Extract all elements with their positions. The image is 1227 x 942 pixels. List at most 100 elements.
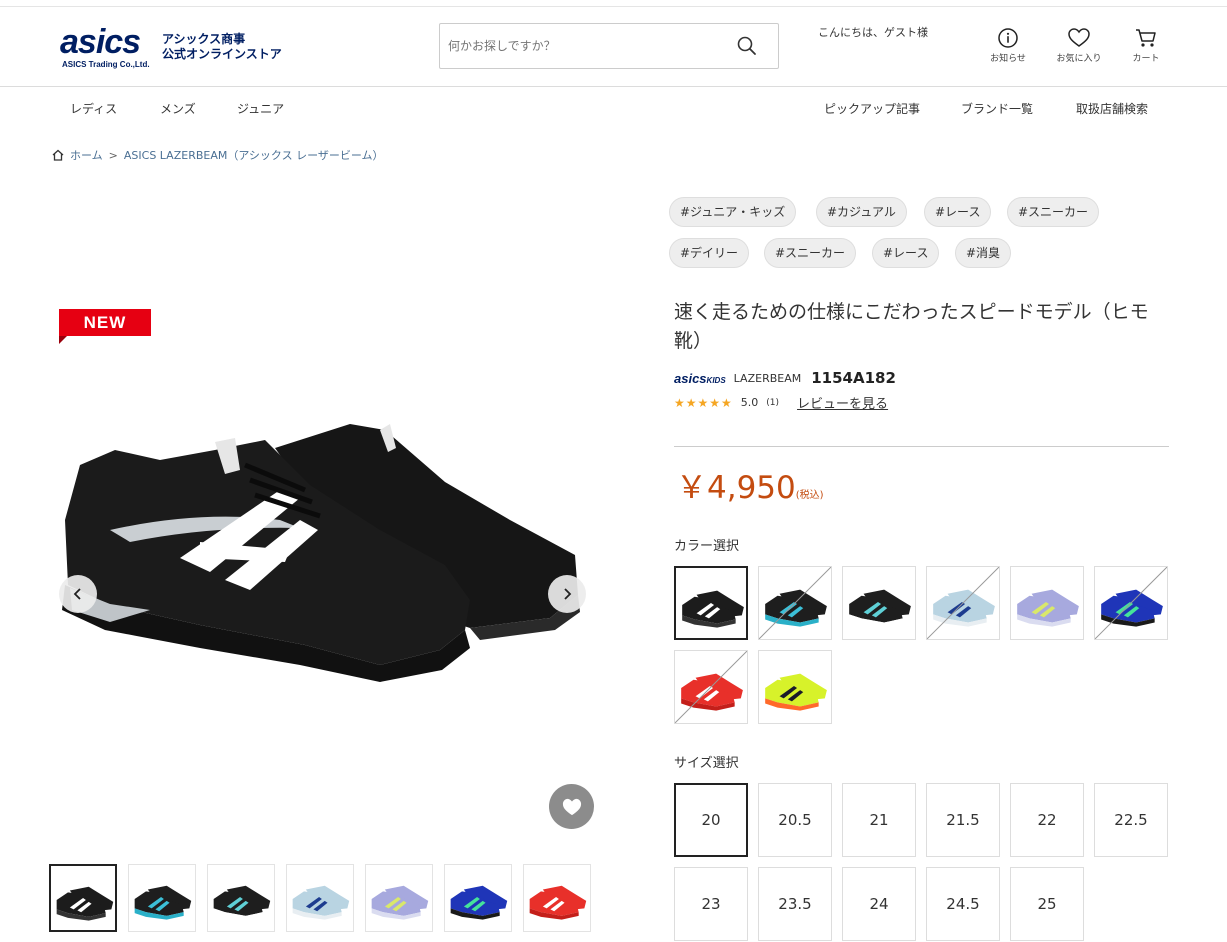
color-swatch-4[interactable]: [926, 566, 1000, 640]
search-box: [439, 23, 779, 69]
tag-lace-2[interactable]: #レース: [872, 238, 940, 268]
color-swatch-6[interactable]: [1094, 566, 1168, 640]
shoe-image: [292, 885, 350, 920]
greeting-text: こんにちは、ゲスト様: [818, 26, 928, 39]
favorite-button[interactable]: [549, 784, 594, 829]
product-main-image: [62, 424, 580, 682]
heart-icon: [1068, 28, 1090, 47]
thumbnail-4[interactable]: [286, 864, 354, 932]
shoe-image: [529, 885, 587, 920]
sold-out-slash: [675, 651, 747, 723]
chevron-right-icon: [564, 588, 572, 600]
size-option-20.5[interactable]: 20.5: [758, 783, 832, 857]
home-icon: [52, 149, 64, 161]
tag-lace[interactable]: #レース: [924, 197, 992, 227]
shoe-image: [450, 885, 508, 920]
rating-row: ★★★★★ 5.0 (1) レビューを見る: [674, 393, 888, 413]
shoe-image: [849, 589, 911, 627]
cart-button[interactable]: カート: [1111, 27, 1181, 67]
color-section-title: カラー選択: [674, 539, 740, 554]
tag-deodorant[interactable]: #消臭: [955, 238, 1012, 268]
new-badge: NEW: [59, 309, 151, 344]
size-option-21.5[interactable]: 21.5: [926, 783, 1000, 857]
cart-icon: [1136, 29, 1156, 47]
sold-out-slash: [1095, 567, 1167, 639]
price-tax-note: (税込): [795, 490, 824, 501]
shoe-image: [56, 886, 114, 921]
size-option-20[interactable]: 20: [674, 783, 748, 857]
size-option-22.5[interactable]: 22.5: [1094, 783, 1168, 857]
carousel-next-button[interactable]: [548, 575, 586, 613]
color-swatch-3[interactable]: [842, 566, 916, 640]
tag-daily[interactable]: #デイリー: [669, 238, 750, 268]
search-icon[interactable]: [736, 35, 758, 57]
brand-logo-word: asics: [674, 370, 707, 386]
nav-ladies[interactable]: レディス: [70, 100, 117, 117]
thumbnail-5[interactable]: [365, 864, 433, 932]
thumbnail-2[interactable]: [128, 864, 196, 932]
tag-junior-kids[interactable]: #ジュニア・キッズ: [669, 197, 797, 227]
review-count: (1): [766, 397, 780, 408]
shoe-image: [765, 673, 827, 711]
news-button[interactable]: お知らせ: [973, 27, 1043, 67]
site-header: asics ASICS Trading Co.,Ltd. アシックス商事 公式オ…: [0, 7, 1227, 87]
product-series: LAZERBEAM: [733, 371, 802, 385]
color-swatch-7[interactable]: [674, 650, 748, 724]
main-nav: レディス メンズ ジュニア ピックアップ記事 ブランド一覧 取扱店舗検索: [0, 88, 1227, 128]
nav-mens[interactable]: メンズ: [160, 100, 196, 117]
info-icon: [998, 28, 1018, 48]
favorites-button[interactable]: お気に入り: [1044, 27, 1114, 67]
size-option-23[interactable]: 23: [674, 867, 748, 941]
size-option-25[interactable]: 25: [1010, 867, 1084, 941]
shoe-image: [371, 885, 429, 920]
rating-score: 5.0: [740, 396, 759, 409]
breadcrumb-separator: >: [108, 148, 118, 162]
nav-pickup-articles[interactable]: ピックアップ記事: [824, 100, 920, 117]
shoe-image: [682, 590, 744, 628]
tag-sneaker-2[interactable]: #スニーカー: [764, 238, 857, 268]
asics-kids-logo[interactable]: asicsKIDS: [674, 371, 726, 386]
nav-brand-list[interactable]: ブランド一覧: [961, 100, 1033, 117]
shoe-image: [134, 885, 192, 920]
view-reviews-link[interactable]: レビューを見る: [797, 393, 888, 412]
chevron-left-icon: [73, 588, 81, 600]
logo-company: ASICS Trading Co.,Ltd.: [62, 60, 150, 69]
size-option-21[interactable]: 21: [842, 783, 916, 857]
sold-out-slash: [927, 567, 999, 639]
news-label: お知らせ: [990, 54, 1026, 64]
tag-sneaker[interactable]: #スニーカー: [1007, 197, 1100, 227]
product-title: 速く走るための仕様にこだわったスピードモデル（ヒモ靴）: [674, 301, 1149, 352]
color-swatch-1[interactable]: [674, 566, 748, 640]
rating-stars: ★★★★★: [674, 395, 733, 410]
price-amount: ￥4,950: [676, 470, 796, 506]
sold-out-slash: [759, 567, 831, 639]
color-swatch-5[interactable]: [1010, 566, 1084, 640]
size-section-title: サイズ選択: [674, 756, 739, 771]
size-option-24[interactable]: 24: [842, 867, 916, 941]
breadcrumb-current[interactable]: ASICS LAZERBEAM（アシックス レーザービーム）: [124, 147, 384, 163]
size-option-23.5[interactable]: 23.5: [758, 867, 832, 941]
thumbnail-6[interactable]: [444, 864, 512, 932]
thumbnail-3[interactable]: [207, 864, 275, 932]
favorites-label: お気に入り: [1056, 54, 1102, 64]
asics-logo[interactable]: asics ASICS Trading Co.,Ltd. アシックス商事 公式オ…: [60, 23, 300, 77]
logo-wordmark: asics: [60, 23, 141, 61]
tag-casual[interactable]: #カジュアル: [816, 197, 907, 227]
size-option-22[interactable]: 22: [1010, 783, 1084, 857]
thumbnail-7[interactable]: [523, 864, 591, 932]
shoe-image: [1017, 589, 1079, 627]
store-name: アシックス商事 公式オンラインストア: [162, 32, 282, 62]
search-input[interactable]: [440, 24, 730, 68]
breadcrumb-home[interactable]: ホーム: [70, 147, 103, 163]
nav-store-search[interactable]: 取扱店舗検索: [1076, 100, 1148, 117]
carousel-prev-button[interactable]: [59, 575, 97, 613]
color-swatch-8[interactable]: [758, 650, 832, 724]
thumbnail-1[interactable]: [49, 864, 117, 932]
price: ￥4,950(税込): [676, 462, 824, 507]
size-option-24.5[interactable]: 24.5: [926, 867, 1000, 941]
nav-junior[interactable]: ジュニア: [237, 100, 284, 117]
color-swatch-2[interactable]: [758, 566, 832, 640]
store-name-line2: 公式オンラインストア: [162, 47, 282, 61]
brand-row: asicsKIDS LAZERBEAM 1154A182: [674, 369, 896, 387]
section-divider: [674, 446, 1169, 447]
